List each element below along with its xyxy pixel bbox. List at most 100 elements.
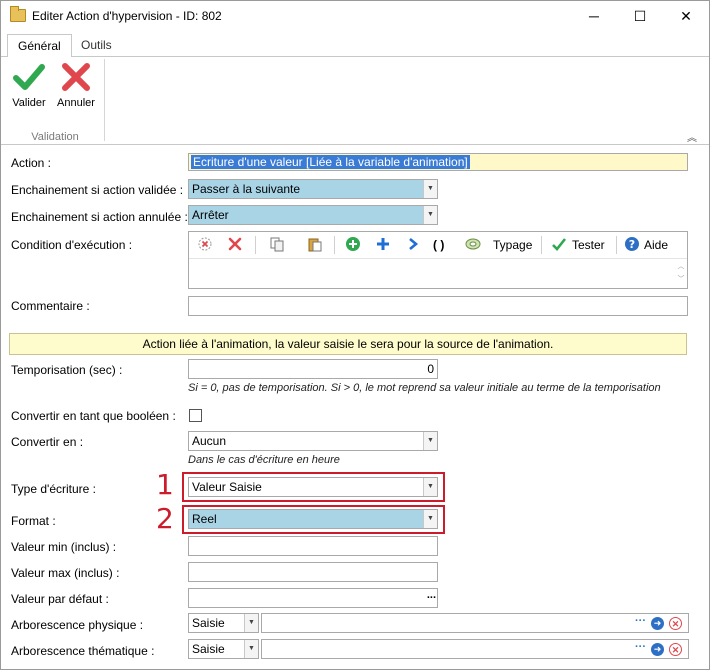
valeur-min-input[interactable] (188, 536, 438, 556)
aide-button[interactable]: Aide (644, 236, 668, 254)
validate-button[interactable]: Valider (10, 59, 48, 109)
arbo-physique-input[interactable]: ··· ➜ ✕ (261, 613, 689, 633)
cross-icon (62, 63, 90, 91)
add-circle-icon[interactable] (345, 236, 361, 254)
annotation-number-2: 2 (156, 502, 174, 535)
chevron-right-icon[interactable] (405, 236, 421, 254)
format-label: Format : (11, 514, 56, 528)
form: Action : Ecriture d'une valeur [Liée à l… (1, 146, 709, 671)
typage-icon[interactable] (464, 236, 482, 254)
go-arrow-icon[interactable]: ➜ (651, 643, 664, 656)
help-icon[interactable]: ? (624, 236, 640, 254)
toolbar-separator (255, 236, 256, 254)
animation-info-banner: Action liée à l'animation, la valeur sai… (9, 333, 687, 355)
format-select[interactable]: Reel ▼ (188, 509, 438, 529)
condition-label: Condition d'exécution : (11, 238, 133, 252)
svg-text:?: ? (629, 238, 635, 251)
arbo-physique-label: Arborescence physique : (11, 618, 144, 632)
temporisation-input[interactable]: 0 (188, 359, 438, 379)
browse-ellipsis-button[interactable]: ··· (635, 641, 646, 653)
temporisation-label: Temporisation (sec) : (11, 363, 123, 377)
temporisation-hint: Si = 0, pas de temporisation. Si > 0, le… (188, 382, 661, 394)
enchainement-validee-label: Enchainement si action validée : (11, 183, 184, 197)
validate-label: Valider (12, 97, 46, 109)
editor-scrollbar[interactable]: ︿ ﹀ (676, 260, 686, 288)
annotation-number-1: 1 (156, 468, 174, 501)
arbo-thematique-mode-select[interactable]: Saisie ▼ (188, 639, 259, 659)
ribbon-tabs: Général Outils (1, 34, 709, 58)
enchainement-annulee-value: Arrêter (192, 208, 229, 222)
type-ecriture-value: Valeur Saisie (192, 480, 262, 494)
chevron-down-icon[interactable]: ▼ (423, 478, 437, 496)
minimize-button[interactable]: ─ (571, 1, 617, 31)
condition-editor[interactable]: ( ) Typage Tester ? Aide ︿ ﹀ (188, 231, 688, 289)
toolbar-separator (616, 236, 617, 254)
convertir-booleen-label: Convertir en tant que booléen : (11, 409, 176, 423)
go-arrow-icon[interactable]: ➜ (651, 617, 664, 630)
chevron-down-icon[interactable]: ▼ (423, 432, 437, 450)
plus-icon[interactable] (375, 236, 391, 254)
clear-x-icon[interactable]: ✕ (669, 643, 682, 656)
collapse-ribbon-icon[interactable]: ︽ (687, 129, 697, 144)
format-value: Reel (192, 512, 217, 526)
commentaire-label: Commentaire : (11, 299, 90, 313)
chevron-down-icon[interactable]: ▼ (423, 510, 437, 528)
checkmark-icon (13, 64, 45, 90)
chevron-down-icon[interactable]: ▼ (244, 614, 258, 632)
ribbon-group-separator (104, 59, 105, 141)
tester-check-icon[interactable] (551, 236, 567, 254)
valeur-max-label: Valeur max (inclus) : (11, 566, 120, 580)
tab-general[interactable]: Général (7, 34, 72, 58)
cancel-label: Annuler (57, 97, 95, 109)
convertir-booleen-checkbox[interactable] (189, 409, 202, 422)
cancel-button[interactable]: Annuler (57, 59, 95, 109)
chevron-down-icon[interactable]: ▼ (423, 180, 437, 198)
valeur-min-label: Valeur min (inclus) : (11, 540, 117, 554)
arbo-physique-mode-value: Saisie (192, 616, 225, 630)
condition-toolbar: ( ) Typage Tester ? Aide (189, 232, 687, 259)
window-title: Editer Action d'hypervision - ID: 802 (32, 9, 222, 23)
ribbon-group-label: Validation (31, 131, 79, 143)
enchainement-annulee-select[interactable]: Arrêter ▼ (188, 205, 438, 225)
folder-icon (10, 6, 26, 22)
valeur-defaut-ellipsis-button[interactable]: ... (427, 589, 436, 601)
edit-action-window: Editer Action d'hypervision - ID: 802 ─ … (0, 0, 710, 670)
parentheses-button[interactable]: ( ) (433, 236, 444, 254)
maximize-button[interactable]: ☐ (617, 1, 663, 31)
arbo-thematique-input[interactable]: ··· ➜ ✕ (261, 639, 689, 659)
tab-outils[interactable]: Outils (71, 34, 122, 58)
close-button[interactable]: ✕ (663, 1, 709, 31)
tester-button[interactable]: Tester (572, 236, 605, 254)
convertir-en-value: Aucun (192, 434, 227, 448)
copy-icon[interactable] (269, 236, 285, 254)
browse-ellipsis-button[interactable]: ··· (635, 615, 646, 627)
clear-x-icon[interactable]: ✕ (669, 617, 682, 630)
action-field[interactable]: Ecriture d'une valeur [Liée à la variabl… (188, 153, 688, 171)
delete-icon[interactable] (227, 236, 243, 254)
toolbar-separator (541, 236, 542, 254)
enchainement-annulee-label: Enchainement si action annulée : (11, 210, 188, 224)
valeur-defaut-input[interactable]: ... (188, 588, 438, 608)
valeur-max-input[interactable] (188, 562, 438, 582)
ribbon: Valider Annuler Validation ︽ (1, 57, 709, 145)
arbo-thematique-label: Arborescence thématique : (11, 644, 155, 658)
arbo-physique-mode-select[interactable]: Saisie ▼ (188, 613, 259, 633)
chevron-down-icon[interactable]: ▼ (423, 206, 437, 224)
type-ecriture-select[interactable]: Valeur Saisie ▼ (188, 477, 438, 497)
convertir-en-hint: Dans le cas d'écriture en heure (188, 454, 340, 466)
convertir-en-select[interactable]: Aucun ▼ (188, 431, 438, 451)
arbo-thematique-mode-value: Saisie (192, 642, 225, 656)
type-ecriture-label: Type d'écriture : (11, 482, 96, 496)
paste-icon[interactable] (307, 236, 323, 254)
convertir-en-label: Convertir en : (11, 435, 84, 449)
toolbar-separator (334, 236, 335, 254)
enchainement-validee-select[interactable]: Passer à la suivante ▼ (188, 179, 438, 199)
commentaire-input[interactable] (188, 296, 688, 316)
chevron-down-icon[interactable]: ▼ (244, 640, 258, 658)
action-label: Action : (11, 156, 52, 170)
title-bar: Editer Action d'hypervision - ID: 802 ─ … (1, 1, 709, 31)
typage-button[interactable]: Typage (493, 236, 532, 254)
action-value: Ecriture d'une valeur [Liée à la variabl… (191, 155, 470, 169)
valeur-defaut-label: Valeur par défaut : (11, 592, 109, 606)
clear-icon[interactable] (197, 236, 213, 254)
